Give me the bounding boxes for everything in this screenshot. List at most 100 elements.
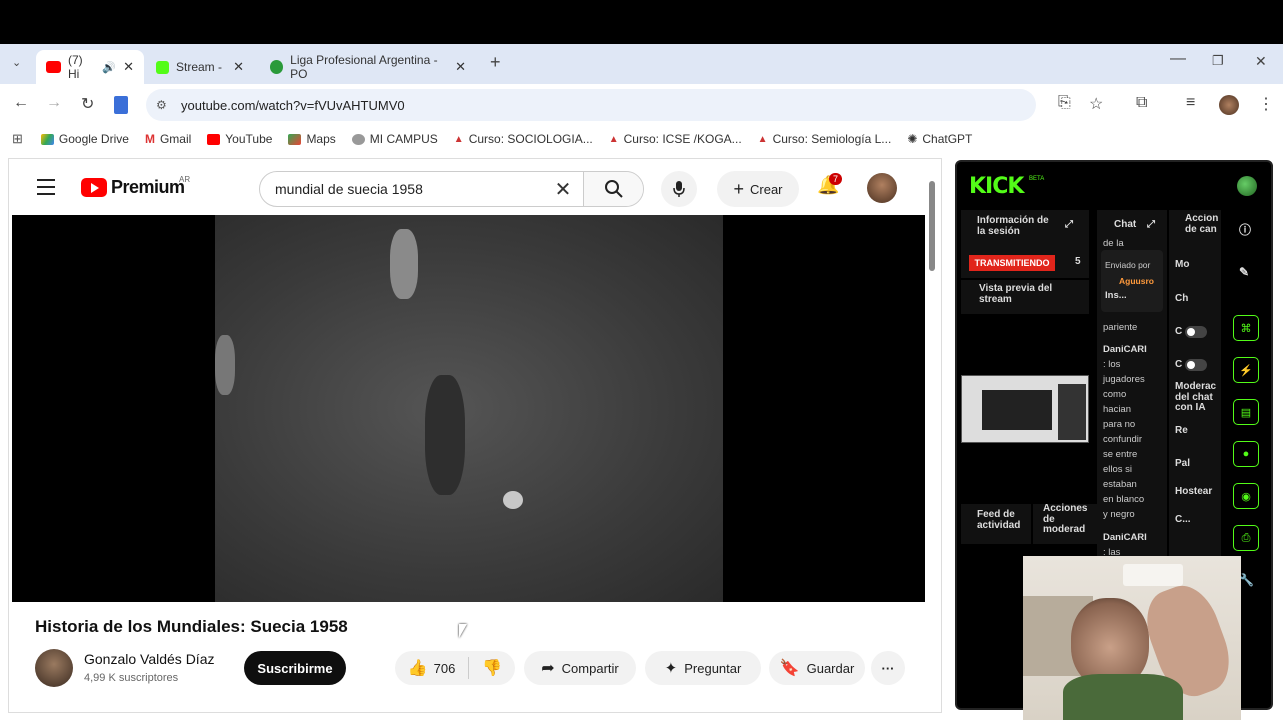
bookmark-label: ChatGPT	[922, 132, 973, 146]
drive-icon	[40, 133, 54, 145]
extensions-icon[interactable]: ⧉	[1136, 94, 1147, 112]
like-button[interactable]: 👍 706	[408, 658, 456, 678]
tab-liga-profesional[interactable]: Liga Profesional Argentina - PO ✕	[260, 50, 476, 84]
browser-toolbar: ← → ↻ ⚙ youtube.com/watch?v=fVUvAHTUMV0 …	[0, 84, 1283, 126]
sidebar-extension-icon[interactable]	[114, 96, 128, 114]
webcam-ac-unit	[1123, 564, 1183, 586]
apps-grid-icon[interactable]: ⊞	[12, 131, 23, 147]
video-player-figure	[390, 229, 418, 299]
bookmark-label: Curso: ICSE /KOGA...	[623, 132, 742, 146]
action-c1[interactable]: C	[1175, 326, 1182, 338]
video-player-figure	[215, 335, 235, 395]
back-icon[interactable]: ←	[13, 94, 29, 112]
video-ball	[503, 491, 523, 509]
pinned-message[interactable]: Enviado por Aguusro Ins...	[1101, 250, 1163, 312]
save-button[interactable]: 🔖 Guardar	[769, 651, 865, 685]
bookmark-curso-sociologia[interactable]: ▲ Curso: SOCIOLOGIA...	[454, 132, 593, 146]
document-icon[interactable]: ▤	[1233, 399, 1259, 425]
globe-favicon-icon	[270, 60, 284, 74]
close-window-icon[interactable]: ✕	[1255, 53, 1267, 70]
raid-icon[interactable]: ⌘	[1233, 315, 1259, 341]
close-tab-icon[interactable]: ✕	[455, 59, 466, 75]
toggle-switch[interactable]	[1185, 359, 1207, 371]
wrench-icon[interactable]: 🔧	[1239, 574, 1254, 587]
expand-session-icon[interactable]: ⤢	[1065, 219, 1073, 231]
chat-username[interactable]: DaniCARI	[1103, 344, 1147, 355]
tab-search-chevron-icon[interactable]: ⌄	[12, 56, 21, 69]
bookmark-star-icon[interactable]: ☆	[1089, 94, 1103, 114]
reload-icon[interactable]: ↻	[81, 94, 94, 114]
campus-icon	[351, 133, 365, 145]
info-icon[interactable]: ⓘ	[1239, 224, 1251, 237]
bookmark-google-drive[interactable]: Google Drive	[40, 132, 129, 146]
chat-username[interactable]: DaniCARI	[1103, 532, 1147, 543]
channel-avatar[interactable]	[35, 649, 73, 687]
chat-message-line: ellos si	[1103, 464, 1133, 475]
restore-icon[interactable]: ❐	[1212, 53, 1224, 69]
tab-youtube[interactable]: (7) Hi 🔊 ✕	[36, 50, 144, 84]
create-button[interactable]: + Crear	[717, 171, 799, 207]
bookmark-mi-campus[interactable]: MI CAMPUS	[351, 132, 438, 146]
stream-preview-thumbnail[interactable]	[961, 375, 1089, 443]
lightning-icon[interactable]: ⚡	[1233, 357, 1259, 383]
bookmark-curso-semiologia[interactable]: ▲ Curso: Semiología L...	[758, 132, 892, 146]
toggle-switch[interactable]	[1185, 326, 1207, 338]
notification-count-badge: 7	[829, 173, 843, 185]
search-bar[interactable]: mundial de suecia 1958 ✕	[259, 171, 644, 207]
kick-logo[interactable]: KICK	[969, 174, 1024, 199]
more-actions-button[interactable]: ···	[871, 651, 905, 685]
address-bar[interactable]: ⚙ youtube.com/watch?v=fVUvAHTUMV0	[146, 89, 1036, 121]
bookmark-youtube[interactable]: YouTube	[207, 132, 272, 146]
voice-search-button[interactable]	[661, 171, 697, 207]
account-avatar[interactable]	[867, 173, 897, 203]
profile-avatar[interactable]	[1219, 95, 1239, 115]
bookmark-curso-icse[interactable]: ▲ Curso: ICSE /KOGA...	[609, 132, 742, 146]
browser-menu-icon[interactable]: ⋮	[1258, 94, 1274, 114]
printer-icon[interactable]: ⎙	[1233, 525, 1259, 551]
search-input[interactable]: mundial de suecia 1958	[260, 181, 543, 197]
country-code: AR	[179, 175, 191, 184]
action-c3[interactable]: C...	[1175, 514, 1191, 526]
site-info-icon[interactable]: ⚙	[156, 98, 167, 112]
expand-chat-icon[interactable]: ⤢	[1147, 219, 1155, 231]
course-icon: ▲	[757, 133, 768, 145]
search-button[interactable]	[583, 172, 643, 206]
media-controls-icon[interactable]: ≡	[1186, 94, 1195, 112]
action-mod[interactable]: Mo	[1175, 259, 1189, 271]
bookmark-maps[interactable]: Maps	[288, 132, 336, 146]
chat-title: Chat	[1114, 219, 1137, 230]
kick-profile-avatar[interactable]	[1237, 176, 1257, 196]
broadcast-icon[interactable]: ◉	[1233, 483, 1259, 509]
maps-icon	[288, 133, 302, 145]
action-hostear[interactable]: Hostear	[1175, 486, 1212, 498]
thumbs-down-icon[interactable]: 👎	[482, 658, 502, 678]
channel-name[interactable]: Gonzalo Valdés Díaz	[84, 651, 214, 667]
chat-bubble-icon[interactable]: ●	[1233, 441, 1259, 467]
action-c2[interactable]: C	[1175, 359, 1182, 371]
close-tab-icon[interactable]: ✕	[123, 59, 134, 75]
youtube-premium-logo[interactable]: Premium	[81, 177, 185, 198]
video-player[interactable]	[12, 215, 925, 602]
install-app-icon[interactable]: ⎘	[1058, 94, 1071, 112]
subscribe-button[interactable]: Suscribirme	[244, 651, 346, 685]
edit-icon[interactable]: ✎	[1239, 266, 1249, 279]
video-player-figure	[425, 375, 465, 495]
share-label: Compartir	[561, 660, 619, 676]
share-button[interactable]: ➦ Compartir	[524, 651, 636, 685]
forward-icon[interactable]: →	[46, 94, 62, 112]
ask-button[interactable]: ✦ Preguntar	[645, 651, 761, 685]
close-tab-icon[interactable]: ✕	[233, 59, 244, 75]
tab-stream[interactable]: Stream - ✕	[146, 50, 254, 84]
action-pal[interactable]: Pal	[1175, 458, 1190, 470]
speaker-icon[interactable]: 🔊	[102, 61, 116, 74]
like-count: 706	[433, 660, 456, 676]
hamburger-menu-icon[interactable]	[37, 179, 55, 200]
scrollbar-thumb[interactable]	[929, 181, 935, 271]
bookmark-gmail[interactable]: M Gmail	[145, 132, 191, 146]
new-tab-button[interactable]: +	[490, 52, 501, 73]
minimize-icon[interactable]: —	[1170, 50, 1186, 68]
clear-search-icon[interactable]: ✕	[543, 177, 583, 202]
bookmark-chatgpt[interactable]: ✺ ChatGPT	[907, 132, 972, 146]
action-re[interactable]: Re	[1175, 425, 1188, 437]
action-ch[interactable]: Ch	[1175, 293, 1188, 305]
